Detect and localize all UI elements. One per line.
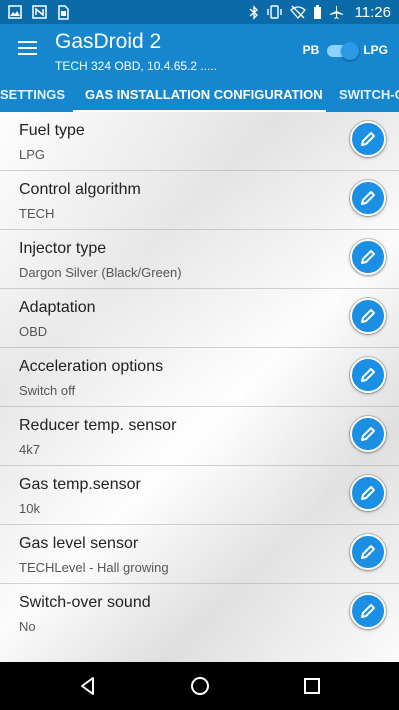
setting-value: TECHLevel - Hall growing — [19, 560, 169, 575]
pencil-icon — [361, 486, 375, 500]
pencil-icon — [361, 604, 375, 618]
app-bar: GasDroid 2 TECH 324 OBD, 10.4.65.2 .....… — [0, 24, 399, 78]
tab-gas-installation-configuration[interactable]: GAS INSTALLATION CONFIGURATION — [85, 78, 323, 112]
pencil-icon — [361, 191, 375, 205]
setting-title: Acceleration options — [19, 358, 164, 375]
setting-acceleration-options[interactable]: Acceleration options Switch off — [0, 348, 399, 407]
home-icon[interactable] — [188, 674, 212, 698]
setting-title: Gas temp.sensor — [19, 476, 141, 493]
edit-button[interactable] — [350, 593, 386, 629]
app-subtitle: TECH 324 OBD, 10.4.65.2 ..... — [55, 59, 218, 73]
edit-button[interactable] — [350, 475, 386, 511]
setting-fuel-type[interactable]: Fuel type LPG — [0, 112, 399, 171]
edit-button[interactable] — [350, 534, 386, 570]
edit-button[interactable] — [350, 239, 386, 275]
menu-icon[interactable] — [18, 41, 37, 55]
tab-bar: SETTINGS GAS INSTALLATION CONFIGURATION … — [0, 78, 399, 112]
nfc-icon — [32, 5, 47, 19]
back-icon[interactable] — [76, 674, 100, 698]
settings-list: Fuel type LPG Control algorithm TECH Inj… — [0, 112, 399, 662]
bluetooth-icon — [249, 4, 258, 20]
recents-icon[interactable] — [300, 674, 324, 698]
fuel-switch[interactable] — [325, 41, 360, 60]
setting-value: Switch off — [19, 383, 76, 398]
status-bar: 11:26 — [0, 0, 399, 24]
setting-switch-over-sound[interactable]: Switch-over sound No — [0, 584, 399, 643]
vibrate-icon — [266, 5, 282, 19]
pencil-icon — [361, 250, 375, 264]
clock: 11:26 — [354, 3, 391, 21]
setting-title: Reducer temp. sensor — [19, 417, 177, 434]
setting-value: LPG — [19, 147, 46, 162]
edit-button[interactable] — [350, 416, 386, 452]
edit-button[interactable] — [350, 121, 386, 157]
tab-switch-over[interactable]: SWITCH-O — [339, 78, 399, 112]
setting-gas-level-sensor[interactable]: Gas level sensor TECHLevel - Hall growin… — [0, 525, 399, 584]
setting-value: Dargon Silver (Black/Green) — [19, 265, 182, 280]
pencil-icon — [361, 427, 375, 441]
toggle-label-pb: PB — [302, 43, 320, 57]
setting-value: 10k — [19, 501, 40, 516]
pencil-icon — [361, 368, 375, 382]
edit-button[interactable] — [350, 298, 386, 334]
setting-gas-temp-sensor[interactable]: Gas temp.sensor 10k — [0, 466, 399, 525]
toggle-label-lpg: LPG — [363, 43, 388, 57]
setting-title: Gas level sensor — [19, 535, 139, 552]
setting-reducer-temp-sensor[interactable]: Reducer temp. sensor 4k7 — [0, 407, 399, 466]
image-icon — [8, 5, 22, 19]
app-title: GasDroid 2 — [55, 30, 162, 53]
sim-icon — [58, 4, 69, 20]
setting-title: Adaptation — [19, 299, 96, 316]
airplane-icon — [329, 5, 343, 19]
setting-value: OBD — [19, 324, 48, 339]
pencil-icon — [361, 132, 375, 146]
setting-injector-type[interactable]: Injector type Dargon Silver (Black/Green… — [0, 230, 399, 289]
edit-button[interactable] — [350, 180, 386, 216]
setting-adaptation[interactable]: Adaptation OBD — [0, 289, 399, 348]
setting-value: TECH — [19, 206, 55, 221]
setting-value: 4k7 — [19, 442, 40, 457]
setting-title: Switch-over sound — [19, 594, 151, 611]
pencil-icon — [361, 545, 375, 559]
setting-title: Fuel type — [19, 122, 85, 139]
setting-title: Injector type — [19, 240, 107, 257]
setting-control-algorithm[interactable]: Control algorithm TECH — [0, 171, 399, 230]
fuel-toggle[interactable]: PB LPG — [302, 41, 388, 60]
wifi-off-icon — [289, 5, 306, 19]
edit-button[interactable] — [350, 357, 386, 393]
setting-title: Control algorithm — [19, 181, 141, 198]
setting-value: No — [19, 619, 36, 634]
navigation-bar — [0, 662, 399, 710]
battery-icon — [313, 4, 321, 19]
pencil-icon — [361, 309, 375, 323]
tab-settings[interactable]: SETTINGS — [0, 78, 65, 112]
